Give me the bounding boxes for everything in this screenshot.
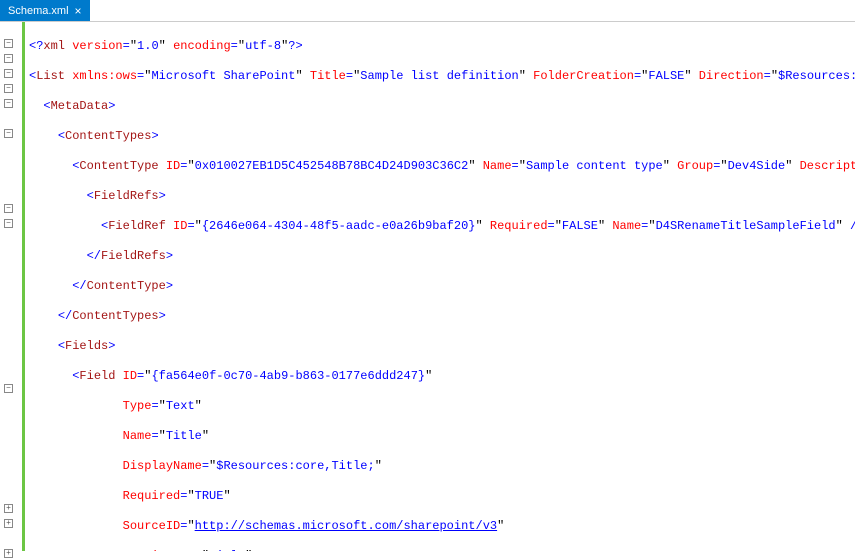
fold-toggle[interactable]: + xyxy=(4,519,13,528)
fold-gutter: − − − − − − − − − + + + xyxy=(0,22,20,551)
fold-toggle[interactable]: − xyxy=(4,384,13,393)
fold-toggle[interactable]: − xyxy=(4,219,13,228)
tab-close-icon[interactable]: × xyxy=(75,4,82,18)
fold-toggle[interactable]: − xyxy=(4,39,13,48)
fold-toggle[interactable]: + xyxy=(4,549,13,558)
tab-bar: Schema.xml × xyxy=(0,0,855,22)
tab-title: Schema.xml xyxy=(8,5,69,17)
code-content[interactable]: <?xml version="1.0" encoding="utf-8"?> <… xyxy=(25,22,855,551)
fold-toggle[interactable]: − xyxy=(4,84,13,93)
tab-schema-xml[interactable]: Schema.xml × xyxy=(0,0,90,21)
fold-toggle[interactable]: − xyxy=(4,54,13,63)
fold-toggle[interactable]: − xyxy=(4,99,13,108)
fold-toggle[interactable]: − xyxy=(4,204,13,213)
code-editor: − − − − − − − − − + + + <?xml version="1… xyxy=(0,22,855,551)
fold-toggle[interactable]: − xyxy=(4,69,13,78)
fold-toggle[interactable]: − xyxy=(4,129,13,138)
fold-toggle[interactable]: + xyxy=(4,504,13,513)
